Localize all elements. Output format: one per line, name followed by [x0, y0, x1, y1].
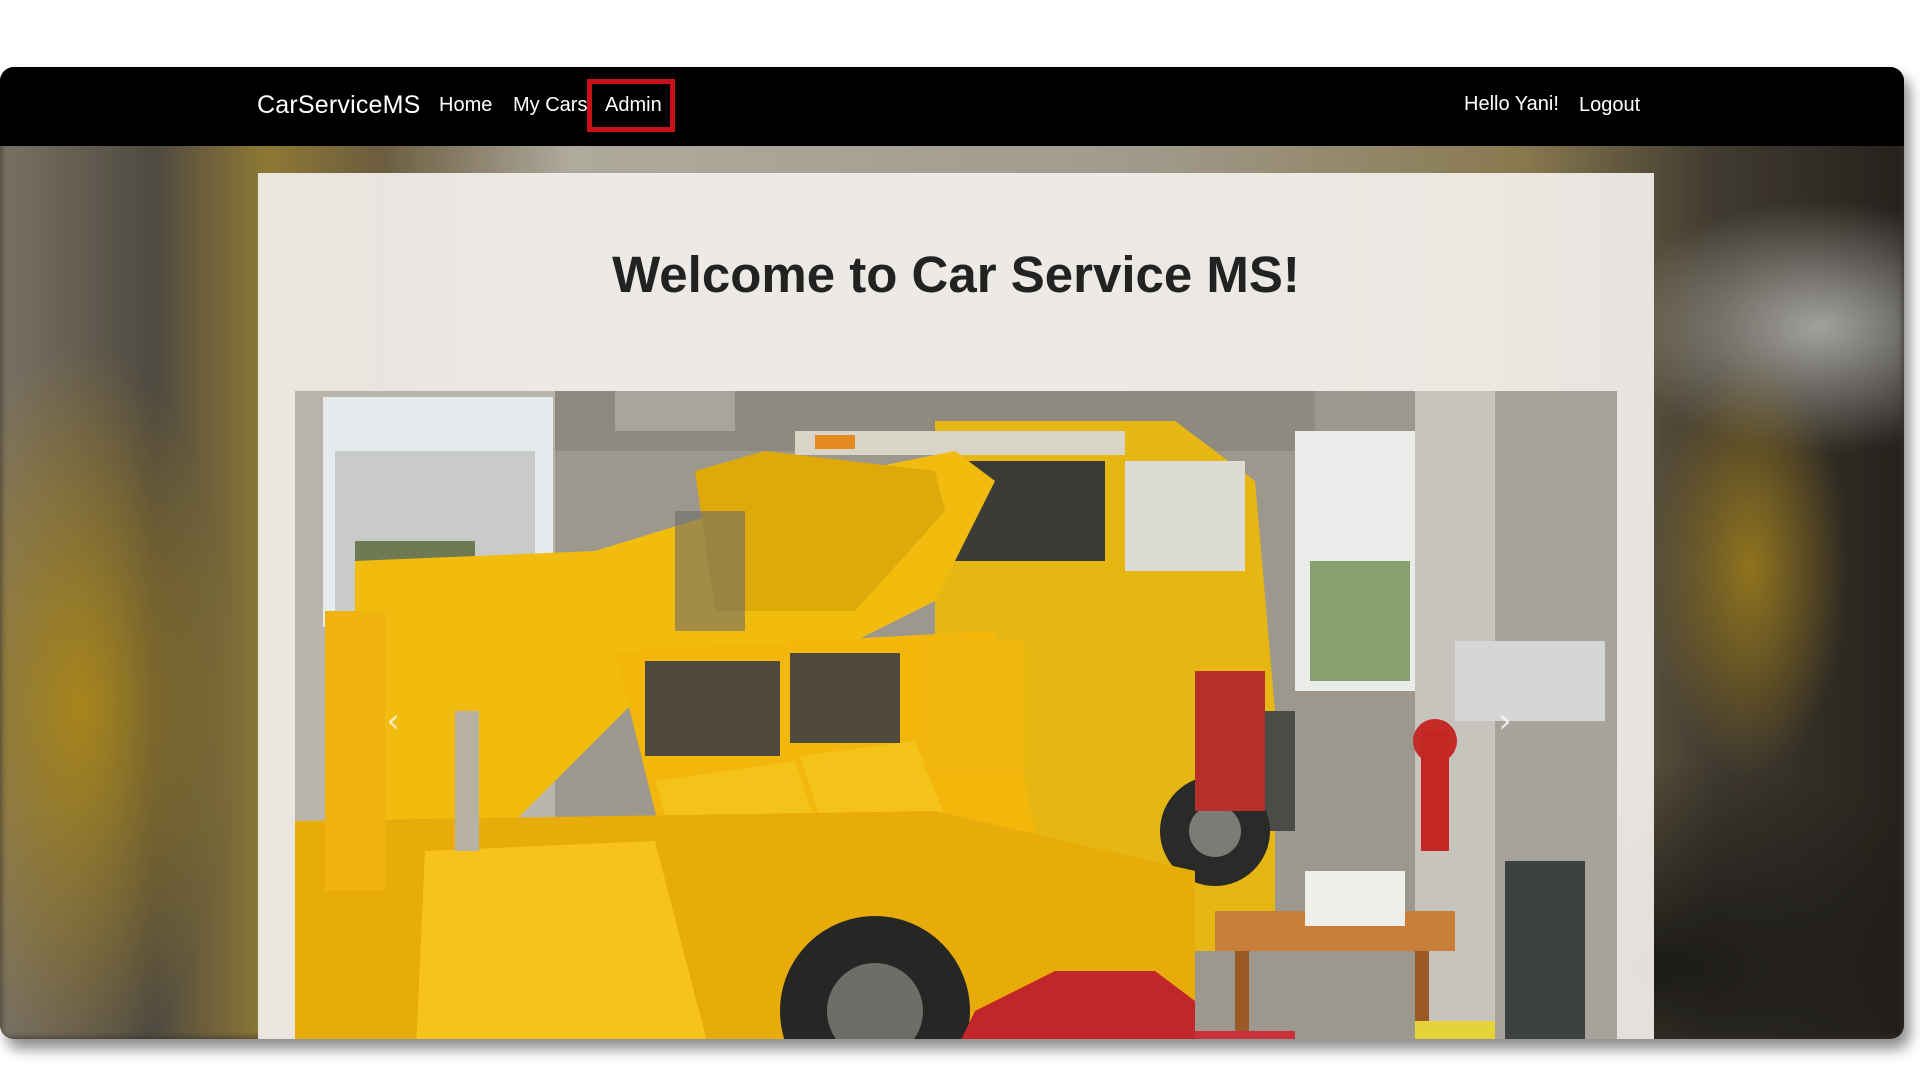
chevron-left-icon: ‹	[386, 701, 400, 741]
nav-admin-link[interactable]: Admin	[605, 94, 662, 117]
brand-link[interactable]: CarServiceMS	[257, 91, 421, 120]
logout-link[interactable]: Logout	[1579, 94, 1640, 117]
browser-window: CarServiceMS Home My Cars Admin Hello Ya…	[0, 67, 1904, 1039]
main-panel: Welcome to Car Service MS! ‹ ›	[258, 173, 1654, 1039]
image-carousel[interactable]: ‹ ›	[295, 391, 1617, 1039]
tow-truck-photo	[295, 391, 1617, 1039]
nav-my-cars-link[interactable]: My Cars	[513, 94, 587, 117]
carousel-prev-button[interactable]: ‹	[363, 691, 423, 751]
navbar: CarServiceMS Home My Cars Admin Hello Ya…	[0, 67, 1904, 146]
nav-home-link[interactable]: Home	[439, 94, 492, 117]
carousel-next-button[interactable]: ›	[1475, 691, 1535, 751]
page-title: Welcome to Car Service MS!	[612, 246, 1300, 303]
user-greeting[interactable]: Hello Yani!	[1464, 93, 1559, 116]
chevron-right-icon: ›	[1498, 701, 1512, 741]
